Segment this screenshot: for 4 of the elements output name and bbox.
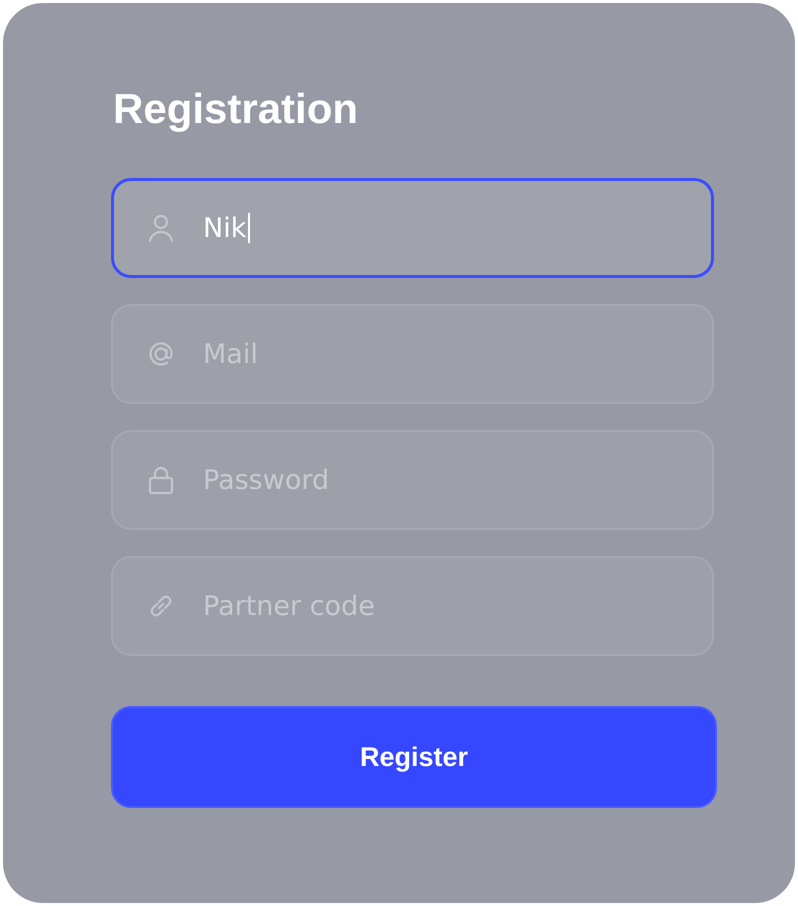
register-button[interactable]: Register bbox=[111, 706, 717, 808]
text-caret bbox=[248, 213, 250, 243]
form-title: Registration bbox=[113, 85, 360, 133]
field-value: Nik bbox=[203, 212, 246, 244]
